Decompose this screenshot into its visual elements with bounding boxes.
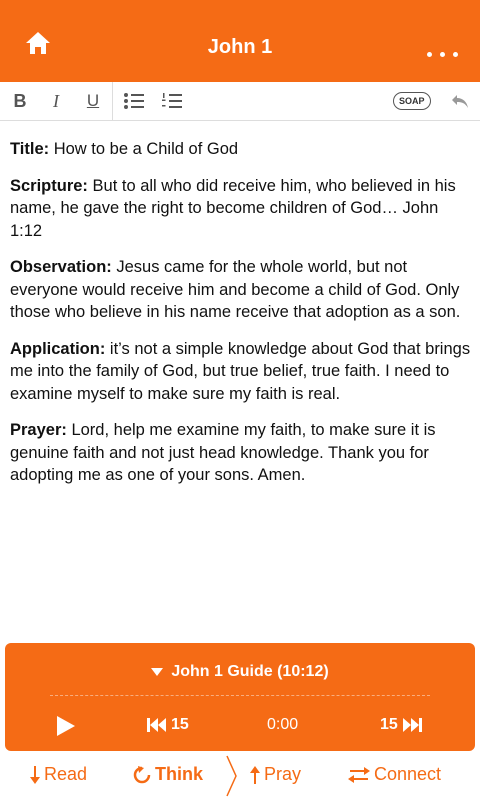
skip-back-button[interactable]: 15 (147, 716, 189, 734)
toolbar-divider (112, 82, 113, 120)
prayer-paragraph: Prayer: Lord, help me examine my faith, … (10, 419, 472, 487)
player-divider (50, 695, 430, 696)
bottom-nav: Read Think Pray Connect (0, 752, 480, 800)
bullet-list-icon (124, 93, 144, 109)
more-options-icon[interactable] (427, 52, 458, 57)
play-button[interactable] (57, 716, 75, 736)
bullet-list-button[interactable] (122, 82, 146, 120)
scripture-paragraph: Scripture: But to all who did receive hi… (10, 175, 472, 243)
nav-pray-label: Pray (264, 764, 302, 784)
skip-forward-button[interactable]: 15 (380, 716, 422, 734)
observation-paragraph: Observation: Jesus came for the whole wo… (10, 256, 472, 324)
nav-read[interactable]: Read (30, 764, 87, 785)
title-label: Title: (10, 140, 50, 158)
caret-down-icon (151, 667, 164, 676)
journal-content[interactable]: Title: How to be a Child of God Scriptur… (10, 138, 472, 501)
format-toolbar: B I U SOAP (0, 82, 480, 121)
nav-think[interactable]: Think (133, 764, 203, 785)
audio-player: John 1 Guide (10:12) 15 0:00 15 (5, 643, 475, 751)
nav-pray[interactable]: Pray (250, 764, 301, 785)
undo-button[interactable] (448, 82, 472, 120)
guide-toggle[interactable]: John 1 Guide (10:12) (5, 663, 475, 681)
page-title: John 1 (207, 36, 273, 58)
prayer-text: Lord, help me examine my faith, to make … (10, 421, 436, 484)
italic-button[interactable]: I (46, 82, 66, 120)
app-header: John 1 (0, 0, 480, 82)
nav-connect-label: Connect (374, 764, 442, 784)
skip-back-seconds: 15 (171, 716, 189, 733)
scripture-label: Scripture: (10, 176, 88, 195)
bold-button[interactable]: B (10, 82, 30, 120)
swap-arrows-icon (348, 766, 370, 783)
nav-think-label: Think (155, 764, 203, 784)
underline-button[interactable]: U (83, 82, 103, 120)
skip-forward-seconds: 15 (380, 716, 398, 733)
application-paragraph: Application: it’s not a simple knowledge… (10, 338, 472, 406)
application-label: Application: (10, 339, 106, 358)
arrow-up-icon (250, 765, 260, 784)
numbered-list-button[interactable] (160, 82, 184, 120)
elapsed-time: 0:00 (267, 716, 299, 733)
nav-connect[interactable]: Connect (348, 764, 441, 785)
chevron-right-icon (226, 755, 237, 797)
nav-read-label: Read (44, 764, 88, 784)
arrow-down-icon (30, 765, 40, 784)
title-text: How to be a Child of God (49, 140, 239, 158)
skip-forward-icon (402, 718, 422, 732)
refresh-icon (133, 765, 151, 783)
observation-label: Observation: (10, 258, 112, 276)
numbered-list-icon (162, 93, 182, 108)
prayer-label: Prayer: (10, 421, 67, 439)
skip-back-icon (147, 718, 166, 732)
undo-icon (452, 95, 468, 108)
guide-title: John 1 Guide (10:12) (171, 663, 329, 680)
soap-button[interactable]: SOAP (393, 92, 431, 110)
title-paragraph: Title: How to be a Child of God (10, 138, 472, 161)
